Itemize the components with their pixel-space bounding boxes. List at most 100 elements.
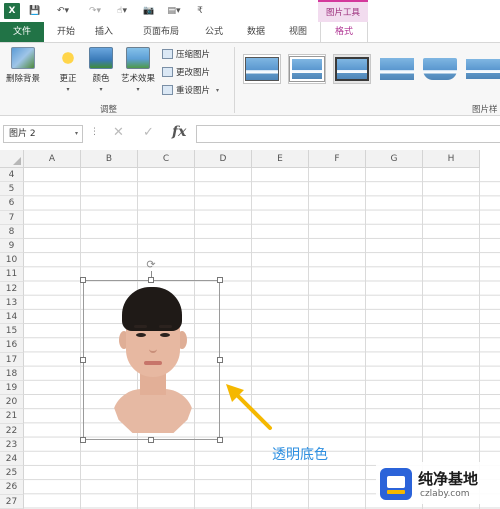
form-icon[interactable]: ▤▾ <box>164 3 184 19</box>
row-header-4[interactable]: 4 <box>0 168 24 183</box>
resize-handle[interactable] <box>217 357 223 363</box>
selected-picture[interactable]: ⟳ <box>80 259 223 443</box>
row-header-20[interactable]: 20 <box>0 395 24 410</box>
ribbon: 删除背景 更正 ▾ 颜色 ▾ 艺术效果 ▾ 压缩图片 更改图片 重设图片 ▾ 调… <box>0 42 500 116</box>
compress-icon <box>162 49 173 59</box>
tab-data[interactable]: 数据 <box>238 22 274 42</box>
color-label: 颜色 <box>92 74 110 84</box>
column-header-f[interactable]: F <box>309 150 366 168</box>
column-header-d[interactable]: D <box>195 150 252 168</box>
row-header-5[interactable]: 5 <box>0 182 24 197</box>
picture-style-thumbnail[interactable] <box>333 54 371 84</box>
tab-view[interactable]: 视图 <box>280 22 316 42</box>
row-header-19[interactable]: 19 <box>0 381 24 396</box>
column-header-g[interactable]: G <box>366 150 423 168</box>
tab-formulas[interactable]: 公式 <box>196 22 232 42</box>
annotation-text: 透明底色 <box>272 447 328 463</box>
portrait-hair <box>122 287 182 331</box>
column-header-b[interactable]: B <box>81 150 138 168</box>
tab-insert[interactable]: 插入 <box>86 22 122 42</box>
change-picture-icon <box>162 67 173 77</box>
camera-icon[interactable]: 📷 <box>142 3 156 19</box>
column-header-e[interactable]: E <box>252 150 309 168</box>
remove-background-button[interactable]: 删除背景 <box>3 47 43 84</box>
portrait-shoulders <box>112 389 194 433</box>
change-picture-label: 更改图片 <box>176 68 211 78</box>
customize-toolbar-icon[interactable]: ₹ <box>196 3 204 19</box>
picture-style-preview <box>246 58 278 80</box>
worksheet-grid[interactable]: ABCDEFGH 4 5 6 7 8 9 10 11 12 13 14 15 16 17 18 19 20 21 2… <box>0 150 500 509</box>
row-header-21[interactable]: 21 <box>0 409 24 424</box>
picture-style-thumbnail[interactable] <box>288 54 326 84</box>
chevron-down-icon[interactable]: ▾ <box>75 126 78 142</box>
row-header-18[interactable]: 18 <box>0 366 24 381</box>
portrait-photo <box>104 285 202 437</box>
corrections-button[interactable]: 更正 ▾ <box>55 47 81 93</box>
reset-picture-label: 重设图片 <box>176 86 211 96</box>
undo-icon[interactable]: ↶▾ <box>52 3 74 19</box>
chevron-down-icon: ▾ <box>66 86 70 93</box>
resize-handle[interactable] <box>148 277 154 283</box>
portrait-mouth <box>144 361 162 365</box>
picture-style-thumbnail[interactable] <box>243 54 281 84</box>
column-header-c[interactable]: C <box>138 150 195 168</box>
column-header-h[interactable]: H <box>423 150 480 168</box>
cancel-icon[interactable]: ✕ <box>113 125 124 140</box>
artistic-effects-button[interactable]: 艺术效果 ▾ <box>118 47 158 93</box>
save-icon[interactable]: 💾 <box>28 3 42 19</box>
watermark-logo <box>380 468 412 500</box>
row-header-26[interactable]: 26 <box>0 480 24 495</box>
reset-picture-icon <box>162 85 173 95</box>
resize-handle[interactable] <box>217 277 223 283</box>
redo-icon[interactable]: ↷▾ <box>84 3 106 19</box>
row-header-16[interactable]: 16 <box>0 338 24 353</box>
resize-handle[interactable] <box>80 437 86 443</box>
rotate-handle-icon[interactable]: ⟳ <box>145 259 157 271</box>
row-header-23[interactable]: 23 <box>0 437 24 452</box>
tab-home[interactable]: 开始 <box>48 22 84 42</box>
compress-pictures-button[interactable]: 压缩图片 <box>162 47 210 61</box>
picture-style-thumbnail[interactable] <box>421 54 459 84</box>
chevron-down-icon: ▾ <box>99 86 103 93</box>
insert-function-icon[interactable]: fx <box>172 124 186 140</box>
name-box[interactable]: 图片 2 ▾ <box>3 125 83 143</box>
resize-handle[interactable] <box>217 437 223 443</box>
row-header-12[interactable]: 12 <box>0 281 24 296</box>
picture-tools-header: 图片工具 <box>318 0 368 22</box>
column-header-a[interactable]: A <box>24 150 81 168</box>
chevron-down-icon[interactable]: ▾ <box>216 87 219 94</box>
picture-style-thumbnail[interactable] <box>464 54 500 84</box>
row-header-10[interactable]: 10 <box>0 253 24 268</box>
row-header-15[interactable]: 15 <box>0 324 24 339</box>
change-picture-button[interactable]: 更改图片 <box>162 65 210 79</box>
resize-handle[interactable] <box>80 277 86 283</box>
row-header-6[interactable]: 6 <box>0 196 24 211</box>
remove-background-label: 删除背景 <box>5 74 40 84</box>
picture-style-thumbnail[interactable] <box>378 54 416 84</box>
formula-input[interactable] <box>196 125 500 143</box>
reset-picture-button[interactable]: 重设图片 ▾ <box>162 83 219 97</box>
tab-file[interactable]: 文件 <box>0 22 44 42</box>
row-header-25[interactable]: 25 <box>0 466 24 481</box>
tab-page-layout[interactable]: 页面布局 <box>130 22 192 42</box>
select-all-corner[interactable] <box>0 150 24 168</box>
adjust-group-label: 调整 <box>100 105 118 115</box>
row-header-24[interactable]: 24 <box>0 452 24 467</box>
resize-handle[interactable] <box>148 437 154 443</box>
tab-format[interactable]: 格式 <box>320 22 368 43</box>
touch-mode-icon[interactable]: ☝▾ <box>112 3 132 19</box>
row-header-7[interactable]: 7 <box>0 210 24 225</box>
row-header-11[interactable]: 11 <box>0 267 24 282</box>
color-button[interactable]: 颜色 ▾ <box>88 47 114 93</box>
row-header-14[interactable]: 14 <box>0 310 24 325</box>
row-header-27[interactable]: 27 <box>0 494 24 509</box>
portrait-eye <box>160 333 170 337</box>
row-header-9[interactable]: 9 <box>0 239 24 254</box>
row-header-17[interactable]: 17 <box>0 352 24 367</box>
formula-bar-grip-icon: ⋮ <box>90 127 99 137</box>
row-header-22[interactable]: 22 <box>0 423 24 438</box>
resize-handle[interactable] <box>80 357 86 363</box>
row-header-8[interactable]: 8 <box>0 224 24 239</box>
row-header-13[interactable]: 13 <box>0 295 24 310</box>
enter-icon[interactable]: ✓ <box>143 125 154 140</box>
